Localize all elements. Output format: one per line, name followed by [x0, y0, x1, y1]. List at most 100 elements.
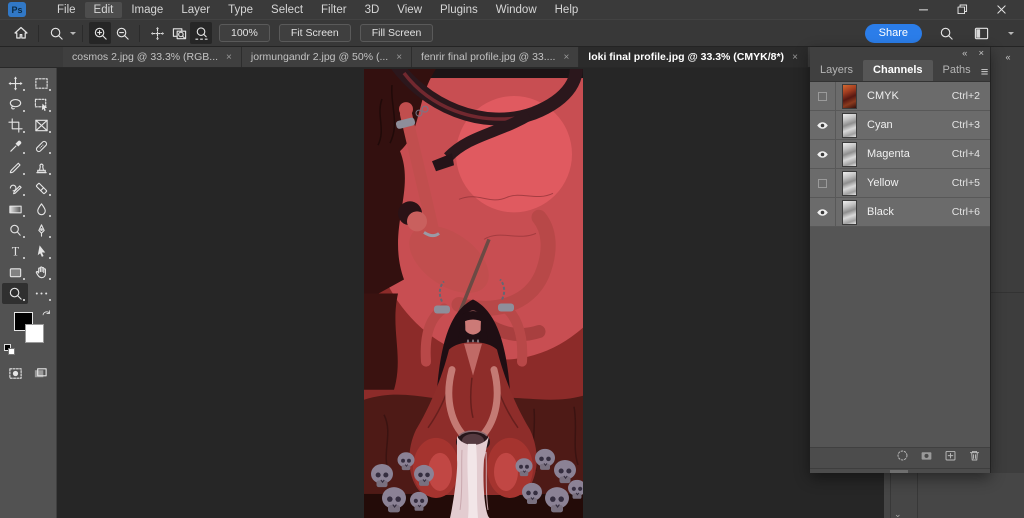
dock-divider	[991, 292, 1024, 293]
menu-file[interactable]: File	[48, 2, 85, 18]
tab-close-icon[interactable]: ×	[792, 52, 798, 63]
menu-filter[interactable]: Filter	[312, 2, 356, 18]
dock-below-panel: ⌄	[884, 473, 1024, 518]
minimize-window-icon[interactable]	[917, 3, 930, 16]
document-tab[interactable]: fenrir final profile.jpg @ 33....×	[412, 47, 579, 67]
channel-row-cyan[interactable]: CyanCtrl+3	[810, 111, 990, 140]
channel-row-black[interactable]: BlackCtrl+6	[810, 198, 990, 227]
document-tab[interactable]: jormungandr 2.jpg @ 50% (...×	[242, 47, 412, 67]
save-selection-icon[interactable]	[920, 449, 933, 467]
restore-window-icon[interactable]	[956, 3, 969, 16]
chevron-down-icon[interactable]	[1008, 32, 1014, 38]
rectangle-tool[interactable]	[2, 262, 28, 283]
delete-icon[interactable]	[968, 449, 981, 467]
channel-thumbnail	[842, 84, 857, 109]
menu-select[interactable]: Select	[262, 2, 312, 18]
default-colors-icon[interactable]	[4, 344, 16, 356]
load-selection-icon[interactable]	[896, 449, 909, 467]
menu-type[interactable]: Type	[219, 2, 262, 18]
more-tool[interactable]	[28, 283, 54, 304]
gradient-tool[interactable]	[2, 199, 28, 220]
quick-mask-icon[interactable]	[8, 366, 23, 386]
panel-tab-channels[interactable]: Channels	[863, 60, 933, 81]
marquee-tool[interactable]	[28, 73, 54, 94]
panel-tab-paths[interactable]: Paths	[933, 60, 981, 81]
visibility-eye-icon[interactable]	[810, 111, 836, 140]
zoom-tool[interactable]	[2, 283, 28, 304]
tab-close-icon[interactable]: ×	[396, 52, 402, 63]
eraser-tool[interactable]	[28, 178, 54, 199]
frame-tool[interactable]	[28, 115, 54, 136]
panel-tab-layers[interactable]: Layers	[810, 60, 863, 81]
zoom-out-button[interactable]	[111, 22, 133, 44]
menu-layer[interactable]: Layer	[172, 2, 219, 18]
collapse-panel-icon[interactable]: «	[962, 49, 966, 58]
brush-tool[interactable]	[2, 157, 28, 178]
visibility-checkbox[interactable]	[810, 169, 836, 198]
search-icon[interactable]	[935, 22, 957, 44]
channels-panel-footer	[810, 447, 990, 468]
pen-tool[interactable]	[28, 220, 54, 241]
visibility-checkbox[interactable]	[810, 82, 836, 111]
object-selection-tool[interactable]	[28, 94, 54, 115]
tab-close-icon[interactable]: ×	[226, 52, 232, 63]
chevron-down-icon[interactable]: ⌄	[894, 509, 902, 518]
crop-tool[interactable]	[2, 115, 28, 136]
visibility-eye-icon[interactable]	[810, 198, 836, 227]
svg-text:T: T	[11, 245, 19, 259]
canvas-document[interactable]	[364, 69, 583, 518]
channel-shortcut: Ctrl+4	[952, 148, 980, 160]
menu-window[interactable]: Window	[487, 2, 546, 18]
workspace-switcher-icon[interactable]	[970, 22, 992, 44]
channel-label: CMYK	[867, 90, 899, 102]
document-tab[interactable]: loki final profile.jpg @ 33.3% (CMYK/8*)…	[579, 47, 808, 67]
panel-menu-icon[interactable]: ≡	[981, 63, 997, 81]
background-color-swatch[interactable]	[25, 324, 44, 343]
menu-edit[interactable]: Edit	[85, 2, 123, 18]
photoshop-logo[interactable]: Ps	[8, 2, 26, 17]
zoom-in-button[interactable]	[89, 22, 111, 44]
new-channel-icon[interactable]	[944, 449, 957, 467]
channel-list: CMYKCtrl+2CyanCtrl+3MagentaCtrl+4YellowC…	[810, 82, 990, 227]
zoom-100-button[interactable]: 100%	[219, 24, 270, 42]
path-selection-tool[interactable]	[28, 241, 54, 262]
menu-image[interactable]: Image	[122, 2, 172, 18]
type-tool[interactable]: T	[2, 241, 28, 262]
dodge-tool[interactable]	[2, 220, 28, 241]
history-brush-tool[interactable]	[2, 178, 28, 199]
close-window-icon[interactable]	[995, 3, 1008, 16]
zoom-all-windows-icon[interactable]	[168, 22, 190, 44]
move-tool[interactable]	[2, 73, 28, 94]
channel-row-yellow[interactable]: YellowCtrl+5	[810, 169, 990, 198]
share-button[interactable]: Share	[865, 24, 922, 43]
collapse-dock-icon[interactable]: «	[991, 52, 1024, 62]
menu-3d[interactable]: 3D	[356, 2, 389, 18]
blur-tool[interactable]	[28, 199, 54, 220]
clone-stamp-tool[interactable]	[28, 157, 54, 178]
color-swatches[interactable]	[10, 312, 50, 354]
zoom-tool-preset-icon[interactable]	[45, 22, 67, 44]
photoshop-window: Ps FileEditImageLayerTypeSelectFilter3DV…	[0, 0, 1024, 518]
menu-view[interactable]: View	[388, 2, 431, 18]
fill-screen-button[interactable]: Fill Screen	[360, 24, 434, 42]
eyedropper-tool[interactable]	[2, 136, 28, 157]
resize-windows-to-fit-icon[interactable]	[146, 22, 168, 44]
hand-tool[interactable]	[28, 262, 54, 283]
close-panel-icon[interactable]: ×	[978, 49, 983, 58]
channel-row-magenta[interactable]: MagentaCtrl+4	[810, 140, 990, 169]
lasso-tool[interactable]	[2, 94, 28, 115]
channel-row-cmyk[interactable]: CMYKCtrl+2	[810, 82, 990, 111]
tab-close-icon[interactable]: ×	[563, 52, 569, 63]
menu-help[interactable]: Help	[546, 2, 588, 18]
channel-thumbnail	[842, 142, 857, 167]
panel-resize-grip[interactable]	[810, 468, 990, 473]
scrubby-zoom-icon[interactable]	[190, 22, 212, 44]
healing-brush-tool[interactable]	[28, 136, 54, 157]
home-icon[interactable]	[10, 22, 32, 44]
visibility-eye-icon[interactable]	[810, 140, 836, 169]
chevron-down-icon[interactable]	[70, 32, 76, 38]
menu-plugins[interactable]: Plugins	[431, 2, 487, 18]
fit-screen-button[interactable]: Fit Screen	[279, 24, 351, 42]
document-tab[interactable]: cosmos 2.jpg @ 33.3% (RGB...×	[63, 47, 242, 67]
screen-mode-icon[interactable]	[33, 366, 48, 386]
